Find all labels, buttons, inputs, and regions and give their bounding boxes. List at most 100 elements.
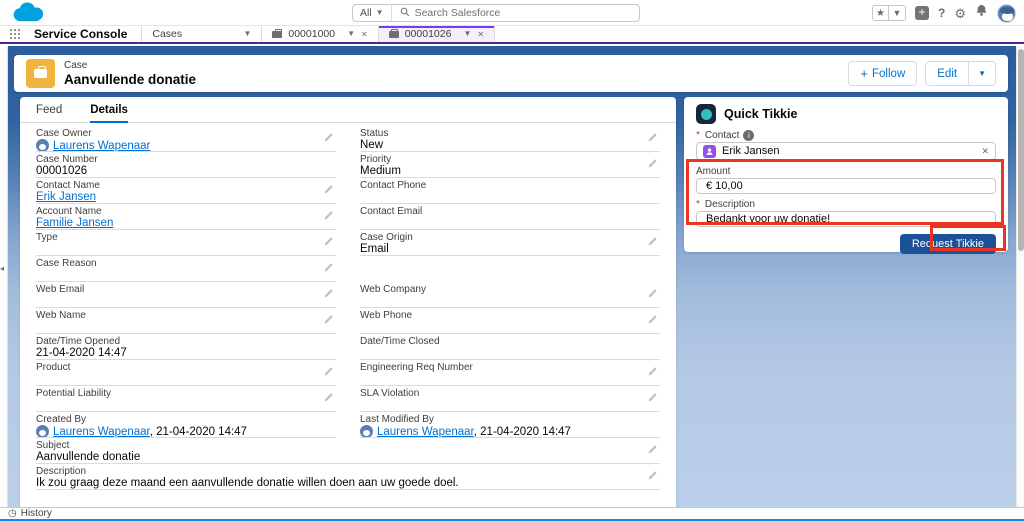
chevron-down-icon[interactable]: ▼ — [347, 30, 355, 38]
field-label: SLA Violation — [360, 388, 660, 399]
search-input[interactable] — [415, 7, 631, 19]
field-subject: SubjectAanvullende donatie — [36, 438, 660, 464]
tab-feed[interactable]: Feed — [36, 97, 62, 122]
edit-pencil-icon[interactable] — [647, 156, 658, 174]
chevron-down-icon[interactable]: ▼ — [463, 30, 471, 38]
notifications-bell-icon[interactable] — [975, 4, 988, 22]
more-actions-button[interactable]: ▼ — [969, 61, 996, 86]
edit-pencil-icon[interactable] — [323, 312, 334, 330]
field-value: Laurens Wapenaar, 21-04-2020 14:47 — [360, 425, 660, 438]
field-label: Web Name — [36, 310, 336, 321]
field-case-number: Case Number00001026 — [36, 152, 336, 178]
edit-pencil-icon[interactable] — [647, 234, 658, 252]
field-date-time-opened: Date/Time Opened21-04-2020 14:47 — [36, 334, 336, 360]
console-nav-bar: Service Console Cases ▼ 00001000 ▼ ✕ 000… — [0, 26, 1024, 44]
quick-tikkie-app-icon — [696, 104, 716, 124]
field-grid: Case OwnerLaurens Wapenaar StatusNew Case … — [20, 123, 676, 438]
field-value: Erik Jansen — [36, 191, 336, 204]
field-label: Web Company — [360, 284, 660, 295]
edit-pencil-icon[interactable] — [647, 130, 658, 148]
contact-value: Erik Jansen — [722, 145, 975, 157]
close-icon[interactable]: ✕ — [477, 30, 484, 39]
field-value — [360, 295, 660, 308]
edit-pencil-icon[interactable] — [323, 390, 334, 408]
field-contact-email: Contact Email — [360, 204, 660, 230]
global-actions-icon[interactable]: + — [915, 6, 929, 20]
field-value — [36, 295, 336, 308]
chevron-down-icon: ▼ — [978, 70, 986, 78]
chevron-down-icon[interactable]: ▼ — [243, 30, 251, 38]
request-tikkie-button[interactable]: Request Tikkie — [900, 234, 996, 254]
edit-pencil-icon[interactable] — [647, 286, 658, 304]
field-value — [360, 373, 660, 386]
edit-pencil-icon[interactable] — [647, 390, 658, 408]
field-value — [36, 373, 336, 386]
vertical-scrollbar[interactable] — [1016, 46, 1024, 507]
field-value — [360, 321, 660, 334]
record-link[interactable]: Erik Jansen — [36, 191, 96, 203]
field-label: Contact Phone — [360, 180, 660, 191]
follow-button[interactable]: +Follow — [848, 61, 917, 86]
field-label: Case Origin — [360, 232, 660, 243]
scrollbar-thumb[interactable] — [1018, 49, 1024, 251]
record-link[interactable]: Laurens Wapenaar — [377, 426, 474, 438]
field-value: Laurens Wapenaar — [36, 139, 336, 152]
edit-pencil-icon[interactable] — [323, 130, 334, 148]
collapse-arrow-icon[interactable]: ◂ — [0, 264, 4, 273]
case-object-icon — [26, 59, 55, 88]
record-link[interactable]: Laurens Wapenaar — [53, 426, 150, 438]
field-value: Laurens Wapenaar, 21-04-2020 14:47 — [36, 425, 336, 438]
workspace-tab-00001026[interactable]: 00001026 ▼ ✕ — [378, 26, 495, 42]
workspace-tab-label: 00001000 — [288, 28, 335, 40]
amount-input[interactable]: € 10,00 — [696, 178, 996, 194]
field-label: Potential Liability — [36, 388, 336, 399]
favorites-dropdown-icon[interactable]: ▼ — [889, 6, 905, 20]
close-icon[interactable]: ✕ — [361, 30, 368, 39]
edit-pencil-icon[interactable] — [323, 234, 334, 252]
edit-pencil-icon[interactable] — [323, 208, 334, 226]
field-value — [36, 399, 336, 412]
help-icon[interactable]: ? — [938, 6, 945, 20]
field-label: Account Name — [36, 206, 336, 217]
user-avatar[interactable] — [997, 4, 1016, 23]
description-input[interactable]: Bedankt voor uw donatie! — [696, 211, 996, 227]
app-name: Service Console — [30, 26, 141, 42]
workspace-tab-00001000[interactable]: 00001000 ▼ ✕ — [261, 26, 377, 42]
primary-tab-cases[interactable]: Cases ▼ — [141, 26, 261, 42]
field-web-company: Web Company — [360, 282, 660, 308]
field-case-reason: Case Reason — [36, 256, 336, 282]
edit-pencil-icon[interactable] — [647, 468, 658, 486]
record-link[interactable]: Familie Jansen — [36, 217, 113, 229]
favorites-star-icon[interactable]: ★ — [873, 6, 889, 20]
field-value — [360, 399, 660, 412]
field-label: Date/Time Closed — [360, 336, 660, 347]
edit-pencil-icon[interactable] — [323, 364, 334, 382]
field-status: StatusNew — [360, 126, 660, 152]
edit-pencil-icon[interactable] — [647, 312, 658, 330]
field-label: Contact Email — [360, 206, 660, 217]
search-scope-value: All — [360, 7, 372, 19]
search-scope-dropdown[interactable]: All ▼ — [353, 5, 392, 21]
field-value: Aanvullende donatie — [36, 451, 660, 464]
tab-details[interactable]: Details — [90, 97, 128, 122]
info-icon[interactable]: i — [743, 130, 754, 141]
contact-lookup-pill[interactable]: Erik Jansen ✕ — [696, 142, 996, 160]
edit-pencil-icon[interactable] — [323, 286, 334, 304]
edit-button[interactable]: Edit — [925, 61, 969, 86]
edit-pencil-icon[interactable] — [647, 364, 658, 382]
field-value — [36, 269, 336, 282]
field-value — [360, 191, 660, 204]
history-utility-item[interactable]: History — [21, 508, 52, 519]
edit-pencil-icon[interactable] — [323, 260, 334, 278]
field-label: Contact Name — [36, 180, 336, 191]
remove-contact-icon[interactable]: ✕ — [981, 146, 989, 157]
edit-pencil-icon[interactable] — [323, 182, 334, 200]
edit-pencil-icon[interactable] — [647, 442, 658, 460]
field-case-owner: Case OwnerLaurens Wapenaar — [36, 126, 336, 152]
record-link[interactable]: Laurens Wapenaar — [53, 140, 150, 152]
field-product: Product — [36, 360, 336, 386]
contact-field-label: Contact — [705, 130, 739, 141]
left-panel-splitter[interactable]: ◂ — [0, 46, 8, 507]
setup-gear-icon[interactable]: ⚙ — [954, 7, 966, 20]
field-label: Engineering Req Number — [360, 362, 660, 373]
